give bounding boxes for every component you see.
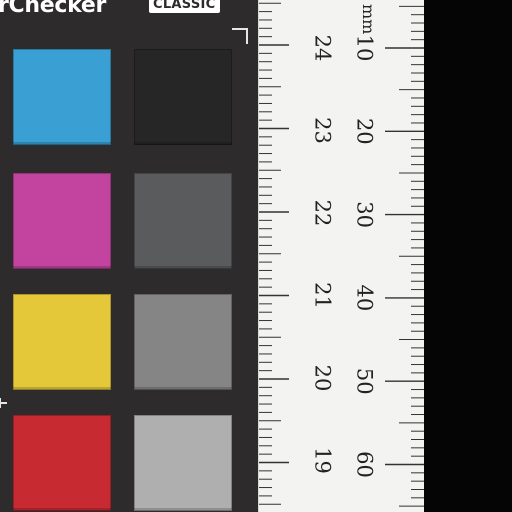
swatch-yellow <box>13 294 111 390</box>
swatch-red <box>13 415 111 511</box>
inner-scale-label: 19 <box>311 447 335 474</box>
ruler-labels: 24 23 22 21 20 19 10 20 30 40 50 60 <box>311 35 377 478</box>
brand-edition-badge: CLASSIC <box>149 0 220 13</box>
cross-registration-mark <box>0 398 7 408</box>
measuring-ruler: mm 24 23 22 21 20 19 10 20 30 40 50 60 <box>258 0 425 512</box>
swatch-dark-gray <box>134 173 232 269</box>
inner-scale-label: 22 <box>311 200 335 227</box>
inner-scale-label: 21 <box>311 282 335 309</box>
outer-scale-ticks <box>385 5 425 507</box>
swatch-black <box>134 49 232 145</box>
inner-scale-label: 24 <box>311 35 335 62</box>
outer-scale-label: 10 <box>353 35 377 62</box>
ruler-graduations: mm 24 23 22 21 20 19 10 20 30 40 50 60 <box>259 2 425 507</box>
dark-background <box>424 0 512 512</box>
ruler-unit-label: mm <box>359 4 378 34</box>
inner-scale-label: 20 <box>311 365 335 392</box>
color-checker-card: rChecker CLASSIC <box>0 0 258 512</box>
inner-scale-label: 23 <box>311 117 335 144</box>
brand-wordmark: rChecker <box>0 0 107 18</box>
outer-scale-label: 30 <box>353 201 377 228</box>
outer-scale-label: 20 <box>353 118 377 145</box>
outer-scale-label: 60 <box>353 451 377 478</box>
swatch-light-gray <box>134 415 232 511</box>
swatch-mid-gray <box>134 294 232 390</box>
corner-registration-mark <box>232 28 248 44</box>
outer-scale-label: 50 <box>353 368 377 395</box>
swatch-cyan <box>13 49 111 145</box>
swatch-magenta <box>13 173 111 269</box>
outer-scale-label: 40 <box>353 285 377 312</box>
inner-scale-ticks <box>259 2 289 505</box>
